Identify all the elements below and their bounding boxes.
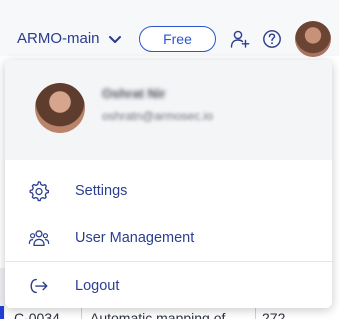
user-profile-header: Oshrat Nir oshratn@armosec.io <box>5 60 332 160</box>
menu-item-label: Settings <box>75 183 128 199</box>
users-icon <box>27 226 51 250</box>
gear-icon <box>27 179 51 203</box>
account-name: ARMO-main <box>17 30 100 47</box>
help-button[interactable] <box>261 28 283 50</box>
menu-item-label: Logout <box>75 278 120 294</box>
help-circle-icon <box>263 30 281 48</box>
user-avatar-button[interactable] <box>295 21 331 57</box>
menu-divider <box>5 261 332 262</box>
account-switcher[interactable]: ARMO-main <box>17 30 122 47</box>
logout-icon <box>27 274 51 298</box>
add-user-icon <box>230 30 250 48</box>
menu-item-logout[interactable]: Logout <box>5 266 332 306</box>
menu-item-user-management[interactable]: User Management <box>5 218 332 258</box>
user-name: Oshrat Nir <box>102 86 166 101</box>
menu-item-settings[interactable]: Settings <box>5 171 332 211</box>
top-bar: ARMO-main Free <box>0 0 339 57</box>
plan-badge-button[interactable]: Free <box>139 26 216 52</box>
avatar <box>35 83 85 133</box>
menu-item-label: User Management <box>75 230 195 246</box>
add-user-button[interactable] <box>229 28 251 50</box>
chevron-down-icon <box>108 35 121 43</box>
plan-label: Free <box>163 31 192 47</box>
user-menu-dropdown: Oshrat Nir oshratn@armosec.io Settings U… <box>5 60 332 308</box>
user-email: oshratn@armosec.io <box>102 109 213 123</box>
